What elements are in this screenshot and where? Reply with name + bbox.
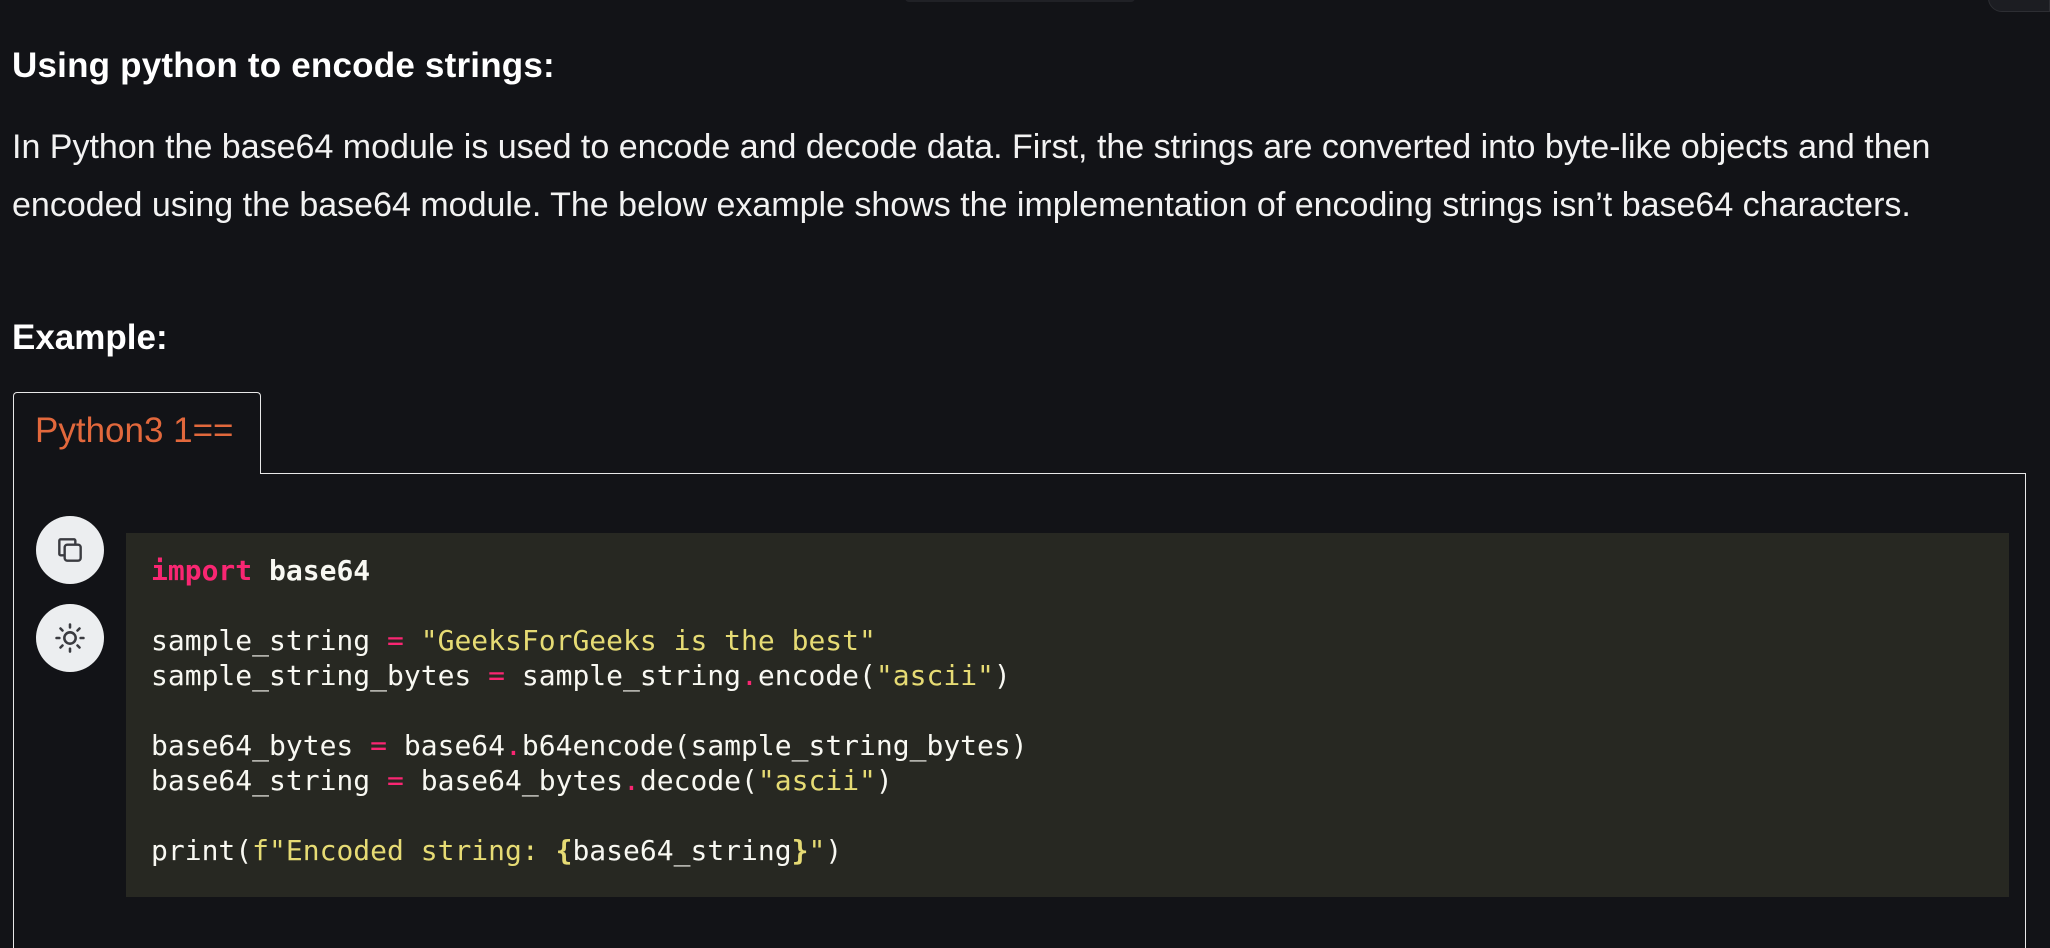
code-call: decode( [639,764,758,797]
sun-icon [55,623,85,653]
code-object: base64_bytes [403,764,624,797]
article-page: Using python to encode strings: In Pytho… [0,0,2050,948]
code-object: sample_string [505,659,742,692]
code-brace: { [555,834,573,867]
code-tab-python3[interactable]: Python3 1== [13,392,261,474]
code-call: b64encode(sample_string_bytes) [521,729,1028,762]
code-module: base64 [252,554,371,587]
code-tab-label: Python3 1== [35,411,234,450]
code-string: f"Encoded string: [252,834,556,867]
section-paragraph: In Python the base64 module is used to e… [12,128,1931,224]
code-object: base64 [387,729,506,762]
section-title: Using python to encode strings: [12,46,555,85]
code-dot: . [505,729,522,762]
code-string: " [808,834,826,867]
copy-code-button[interactable] [36,516,104,584]
code-line: sample_string_bytes = sample_string.enco… [151,658,2009,693]
example-label: Example: [12,318,168,357]
cut-off-caption [905,0,1135,2]
code-variable: base64_bytes [151,729,371,762]
code-line: base64_bytes = base64.b64encode(sample_s… [151,728,2009,763]
cut-off-corner-widget [1988,0,2050,12]
code-block[interactable]: import base64 sample_string = "GeeksForG… [126,533,2009,897]
code-operator: = [387,764,404,797]
code-variable: sample_string_bytes [151,659,489,692]
top-edge [0,0,2050,12]
code-operator: = [370,729,388,762]
code-operator: = [488,659,506,692]
code-string: "ascii" [757,764,876,797]
code-paren: ) [825,834,843,867]
toggle-theme-button[interactable] [36,604,104,672]
code-string: "ascii" [875,659,994,692]
code-string: "GeeksForGeeks is the best" [403,624,876,657]
code-keyword: import [151,554,253,587]
code-dot: . [741,659,758,692]
code-variable: base64_string [572,834,792,867]
copy-icon [58,538,82,562]
code-call: print( [151,834,253,867]
code-line: print(f"Encoded string: {base64_string}"… [151,833,2009,868]
code-line: base64_string = base64_bytes.decode("asc… [151,763,2009,798]
code-line: sample_string = "GeeksForGeeks is the be… [151,623,2009,658]
code-paren: ) [993,659,1011,692]
code-dot: . [623,764,640,797]
code-brace: } [791,834,809,867]
code-variable: sample_string [151,624,388,657]
code-operator: = [387,624,404,657]
code-line: import base64 [151,553,2009,588]
code-paren: ) [875,764,893,797]
code-variable: base64_string [151,764,388,797]
code-call: encode( [757,659,876,692]
